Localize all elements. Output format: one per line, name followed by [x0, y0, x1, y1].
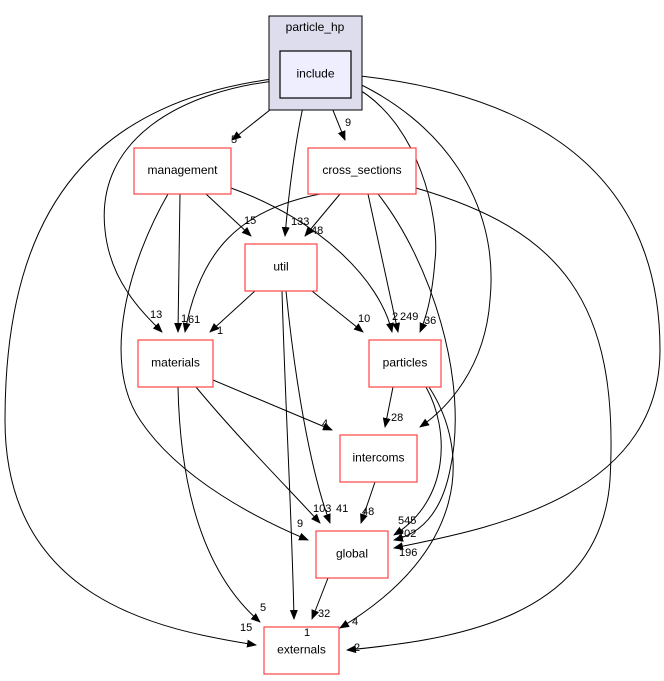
node-management[interactable]: management [133, 147, 232, 195]
edge-util-to-externals[interactable] [281, 290, 298, 620]
edge-include-to-materials[interactable] [103, 79, 284, 333]
edge-label[interactable]: 48 [311, 225, 323, 237]
edge-label[interactable]: 202 [398, 528, 416, 540]
node-label: externals [277, 643, 326, 657]
edge-label[interactable]: 545 [398, 515, 416, 527]
edge-label[interactable]: 103 [313, 503, 331, 515]
edge-label[interactable]: 28 [391, 412, 403, 424]
edge-label[interactable]: 9 [297, 518, 303, 530]
edge-label[interactable]: 9 [345, 117, 351, 129]
node-global[interactable]: global [315, 530, 389, 579]
node-label: management [147, 163, 218, 177]
node-cross-sections[interactable]: cross_sections [307, 147, 417, 195]
edge-label[interactable]: 5 [231, 134, 237, 146]
edge-label[interactable]: 48 [362, 506, 374, 518]
edge-label[interactable]: 1 [181, 313, 187, 325]
edge-label[interactable]: 5 [260, 602, 266, 614]
edge-label[interactable]: 133 [291, 216, 309, 228]
node-externals[interactable]: externals [263, 626, 340, 675]
edge-management-to-materials[interactable] [174, 193, 183, 333]
directory-dependency-graph: particle_hp include management cross_secti… [4, 15, 661, 675]
edge-label[interactable]: 32 [318, 608, 330, 620]
node-materials[interactable]: materials [137, 339, 214, 388]
edge-util-to-global[interactable] [285, 290, 331, 524]
node-label: util [273, 260, 288, 274]
edge-label[interactable]: 15 [244, 215, 256, 227]
node-label: materials [151, 356, 200, 370]
edge-util-to-particles[interactable] [311, 290, 364, 333]
edge-label[interactable]: 13 [150, 309, 162, 321]
node-label: global [336, 547, 368, 561]
edge-label[interactable]: 2 [392, 311, 398, 323]
node-label: cross_sections [322, 163, 401, 177]
edge-label[interactable]: 10 [358, 313, 370, 325]
edge-label[interactable]: 15 [240, 622, 252, 634]
node-util[interactable]: util [244, 243, 318, 292]
node-label: intercoms [352, 451, 404, 465]
edge-label[interactable]: 2 [354, 642, 360, 654]
edge-materials-to-externals[interactable] [177, 386, 261, 623]
edge-label[interactable]: 249 [400, 311, 418, 323]
edge-label[interactable]: 1 [217, 325, 223, 337]
node-label: include [296, 67, 334, 81]
node-include[interactable]: include [279, 50, 352, 99]
node-intercoms[interactable]: intercoms [339, 434, 418, 483]
cluster-label: particle_hp [286, 20, 345, 34]
edge-label[interactable]: 41 [336, 503, 348, 515]
node-label: particles [383, 356, 428, 370]
edge-label[interactable]: 61 [188, 314, 200, 326]
edge-label[interactable]: 1 [304, 627, 310, 639]
edge-label[interactable]: 4 [322, 418, 328, 430]
node-particles[interactable]: particles [368, 339, 442, 388]
edge-label[interactable]: 4 [352, 616, 358, 628]
edge-include-to-particles[interactable] [350, 84, 437, 333]
edge-label[interactable]: 36 [424, 315, 436, 327]
edge-label[interactable]: 196 [399, 547, 417, 559]
edge-materials-to-intercoms[interactable] [212, 379, 333, 431]
